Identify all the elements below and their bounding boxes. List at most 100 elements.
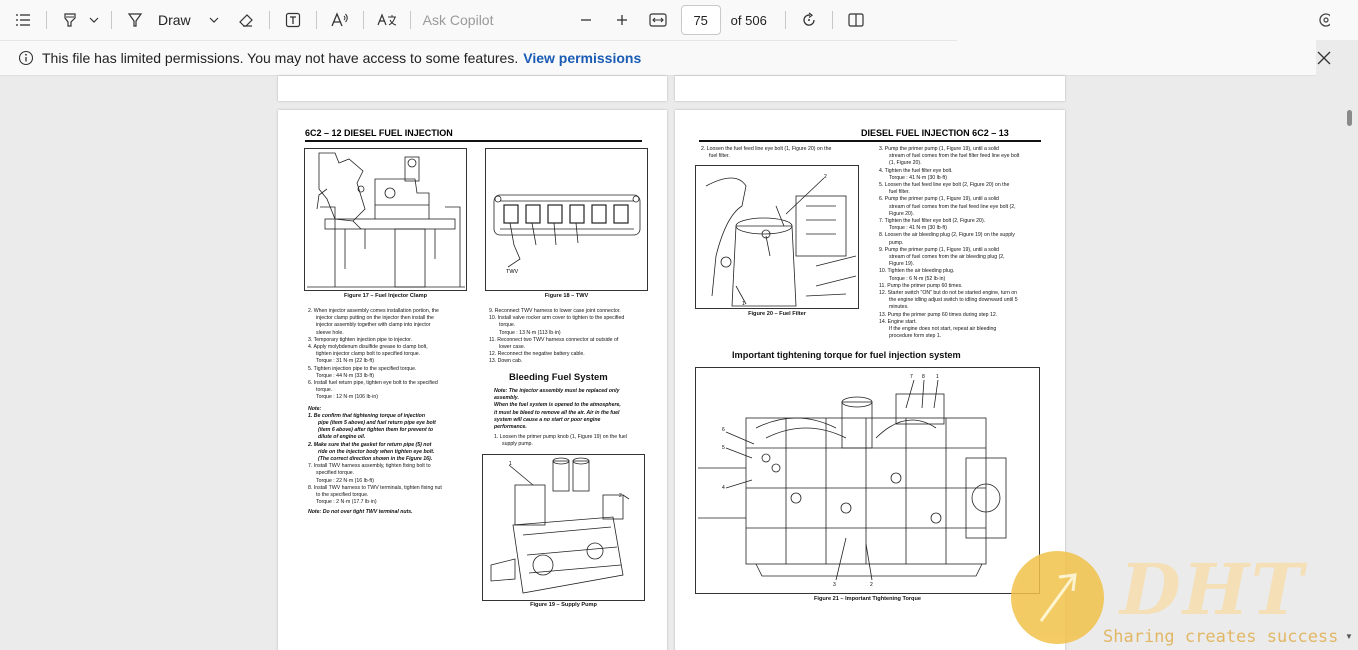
text-line: torque. (316, 387, 333, 394)
callout-1: 1 (742, 301, 745, 307)
draw-icon (120, 5, 150, 35)
text-line: 3. Temporary tighten injection pipe to i… (308, 336, 413, 343)
gear-icon[interactable] (1316, 11, 1333, 34)
figure-18-caption: Figure 18 – TWV (544, 293, 589, 299)
text-line: Torque : 12 N·m (106 lb·in) (316, 394, 378, 401)
pdf-page-previous-right (675, 76, 1065, 101)
text-column-2: 9. Reconnect TWV harness to lower case j… (489, 308, 649, 366)
note-line: (item 6 above) after tighten them for pr… (318, 427, 434, 434)
divider (111, 11, 112, 29)
text-line: Torque : 31 N·m (22 lb·ft) (316, 358, 374, 365)
note-line: When the fuel system is opened to the at… (494, 402, 621, 409)
translate-icon[interactable] (372, 5, 402, 35)
injector-clamp-drawing (307, 152, 465, 288)
text-line: pump. (889, 239, 904, 246)
text-line: 8. Install TWV harness to TWV terminals,… (308, 484, 442, 491)
eraser-icon[interactable] (231, 5, 261, 35)
text-line: 5. Loosen the fuel feed line eye bolt (2… (879, 182, 1010, 189)
watermark-logo (1011, 551, 1104, 644)
divider (46, 11, 47, 29)
text-line: 10. Install valve rocker arm cover to ti… (489, 315, 625, 322)
info-icon (18, 50, 34, 66)
read-aloud-icon[interactable] (325, 5, 355, 35)
view-permissions-link[interactable]: View permissions (523, 50, 641, 66)
text-line: fuel filter. (889, 189, 910, 196)
divider (268, 11, 270, 29)
callout-1: 1 (936, 374, 939, 380)
text-line: Torque : 44 N·m (33 lb·ft) (316, 372, 374, 379)
text-line: specified torque. (316, 470, 355, 477)
note-line: 1. Be confirm that tightening torque of … (308, 412, 426, 419)
permission-infobar: This file has limited permissions. You m… (0, 40, 957, 76)
rotate-icon[interactable] (794, 5, 824, 35)
torque-section-title: Important tightening torque for fuel inj… (732, 350, 961, 360)
bleeding-note: Note: The injector assembly must be repl… (494, 388, 654, 449)
divider (409, 11, 411, 29)
text-box-icon[interactable] (278, 5, 308, 35)
text-line: 9. Pump the primer pump (1, Figure 19), … (879, 246, 999, 253)
callout-3: 3 (833, 582, 836, 588)
text-line: Figure 19). (889, 261, 915, 268)
chevron-down-icon[interactable] (205, 5, 223, 35)
zoom-out-icon[interactable] (571, 5, 601, 35)
ask-copilot-input[interactable]: Ask Copilot (423, 12, 563, 28)
note-line: (The correct direction shown in the Figu… (318, 456, 433, 463)
arrow-icon (1039, 573, 1077, 622)
vertical-scrollbar-thumb[interactable] (1347, 110, 1352, 126)
text-line: 12. Starter switch "ON" but do not be st… (879, 290, 1018, 297)
page-header: DIESEL FUEL INJECTION 6C2 – 13 (861, 128, 1009, 138)
text-line: injector assembly together with clamp in… (316, 322, 431, 329)
contents-icon[interactable] (8, 5, 38, 35)
note-line: ride on the injector body when tighten e… (318, 448, 435, 455)
note-line: 2. Make sure that the gasket for return … (308, 441, 432, 448)
text-line: 2. Loosen the fuel feed line eye bolt (1… (701, 146, 832, 152)
text-line: 9. Reconnect TWV harness to lower case j… (489, 308, 621, 314)
text-line: (1, Figure 20). (889, 160, 922, 167)
text-line: fuel filter. (709, 153, 730, 160)
text-line: stream of fuel comes from the fuel feed … (889, 203, 1016, 210)
text-line: the engine idling adjust switch to idlin… (889, 297, 1018, 304)
text-line: 10. Tighten the air bleeding plug. (879, 268, 955, 275)
text-column-2: 3. Pump the primer pump (1, Figure 19), … (879, 146, 1045, 340)
note-line: pipe (item 5 above) and fuel return pipe… (318, 420, 436, 427)
settings-area (1316, 0, 1358, 40)
text-line: Torque : 2 N·m (17.7 lb·in) (316, 499, 377, 506)
draw-label: Draw (158, 12, 191, 28)
watermark-text: DHT (1120, 548, 1305, 631)
bleeding-section-title: Bleeding Fuel System (509, 372, 608, 383)
close-icon[interactable] (1316, 50, 1332, 66)
header-rule (699, 140, 1041, 142)
pdf-page-previous-left (278, 76, 667, 101)
text-line: Torque : 41 N·m (30 lb·ft) (889, 174, 947, 181)
zoom-in-icon[interactable] (607, 5, 637, 35)
draw-button[interactable]: Draw (120, 5, 205, 35)
text-line: 13. Down cab. (489, 358, 523, 365)
page-view-icon[interactable] (841, 5, 871, 35)
text-line: sleeve hole. (316, 329, 344, 336)
permission-message: This file has limited permissions. You m… (42, 50, 519, 66)
engine-drawing: 7 8 1 6 5 4 3 2 (698, 374, 1007, 588)
note-line: performance. (494, 424, 527, 431)
text-line: 13. Pump the primer pump 60 times during… (879, 311, 998, 318)
divider (362, 11, 364, 29)
highlight-icon[interactable] (55, 5, 85, 35)
figure-19-caption: Figure 19 – Supply Pump (530, 602, 597, 608)
callout-1: 1 (509, 461, 512, 467)
note-line: Note: Do not over tight TWV terminal nut… (308, 509, 413, 516)
text-line: 12. Reconnect the negative battery cable… (489, 351, 585, 358)
figure-21-caption: Figure 21 – Important Tightening Torque (813, 596, 921, 602)
page-header: 6C2 – 12 DIESEL FUEL INJECTION (305, 128, 453, 138)
fit-width-icon[interactable] (643, 5, 673, 35)
chevron-down-icon[interactable] (85, 5, 103, 35)
callout-6: 6 (722, 427, 725, 433)
divider (315, 11, 317, 29)
text-line: 11. Reconnect two TWV harness connector … (489, 336, 619, 343)
note-title: Note: (308, 405, 322, 412)
divider (784, 11, 786, 29)
callout-4: 4 (722, 485, 725, 491)
scroll-down-arrow-icon[interactable]: ▼ (1345, 632, 1353, 641)
page-number-input[interactable]: 75 (680, 5, 721, 35)
note-line: assembly. (494, 395, 519, 402)
text-line: stream of fuel comes from the air bleedi… (889, 254, 1005, 261)
text-line: 7. Install TWV harness assembly, tighten… (308, 463, 431, 470)
